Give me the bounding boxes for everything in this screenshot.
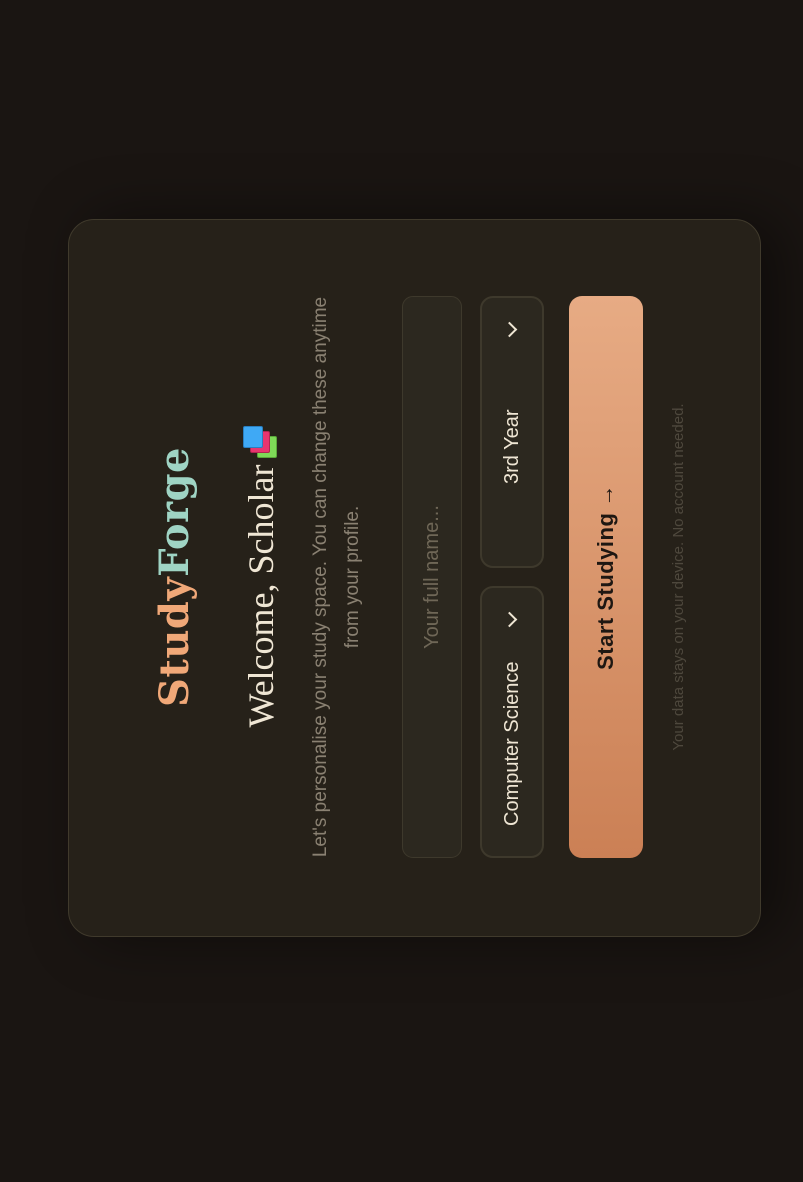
books-icon <box>243 426 277 459</box>
welcome-title: Welcome, Scholar <box>241 464 281 728</box>
full-name-input[interactable] <box>402 296 462 858</box>
onboarding-card: StudyForge Welcome, Scholar Let's person… <box>68 219 761 937</box>
welcome-heading: Welcome, Scholar <box>241 296 281 858</box>
year-select[interactable]: 3rd Year <box>480 296 544 568</box>
arrow-right-icon: → <box>593 484 618 507</box>
year-select-value: 3rd Year <box>501 409 523 484</box>
major-select-value: Computer Science <box>501 661 523 826</box>
chevron-down-icon <box>501 321 518 338</box>
major-select[interactable]: Computer Science <box>480 586 544 858</box>
logo-study: Study <box>151 576 198 708</box>
welcome-subtitle: Let's personalise your study space. You … <box>310 296 363 858</box>
privacy-note: Your data stays on your device. No accou… <box>670 403 687 751</box>
app-logo: StudyForge <box>151 296 198 858</box>
chevron-down-icon <box>501 611 518 628</box>
start-studying-button[interactable]: Start Studying → <box>569 296 643 858</box>
start-studying-label: Start Studying <box>593 512 618 670</box>
logo-forge: Forge <box>151 446 198 577</box>
